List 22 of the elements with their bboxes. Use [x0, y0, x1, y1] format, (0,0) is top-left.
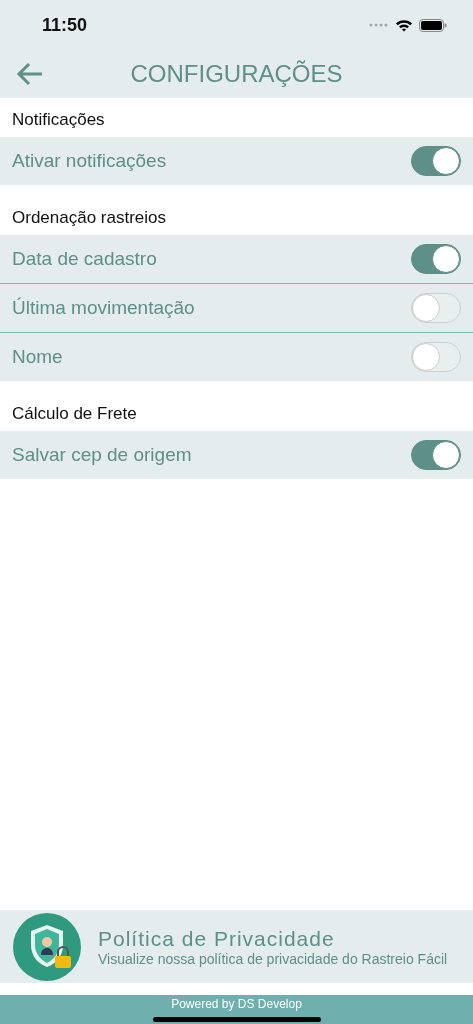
- footer-credit: Powered by DS Develop: [171, 997, 302, 1012]
- section-header: Ordenação rastreios: [11, 207, 168, 229]
- setting-label: Salvar cep de origem: [12, 444, 192, 466]
- privacy-description: Visualize nossa política de privacidade do Rastreio Fácil: [98, 950, 448, 967]
- wifi-icon: [395, 18, 413, 32]
- toggle-switch[interactable]: [411, 146, 461, 176]
- toggle-switch[interactable]: [411, 440, 461, 470]
- setting-label: Ativar notificações: [12, 150, 167, 172]
- section-header: Notificações: [11, 109, 106, 131]
- section-header: Cálculo de Frete: [11, 403, 138, 425]
- page-title: CONFIGURAÇÕES: [130, 60, 343, 88]
- setting-label: Última movimentação: [12, 297, 195, 319]
- privacy-title[interactable]: Política de Privacidade: [98, 926, 448, 951]
- back-arrow-icon: [16, 62, 44, 86]
- setting-label: Data de cadastro: [12, 248, 157, 270]
- battery-icon: [419, 18, 447, 32]
- toggle-switch[interactable]: [411, 244, 461, 274]
- toggle-switch[interactable]: [411, 293, 461, 323]
- status-time: 11:50: [42, 14, 88, 36]
- toggle-switch[interactable]: [411, 342, 461, 372]
- signal-icon: [369, 23, 389, 27]
- setting-label: Nome: [12, 346, 63, 368]
